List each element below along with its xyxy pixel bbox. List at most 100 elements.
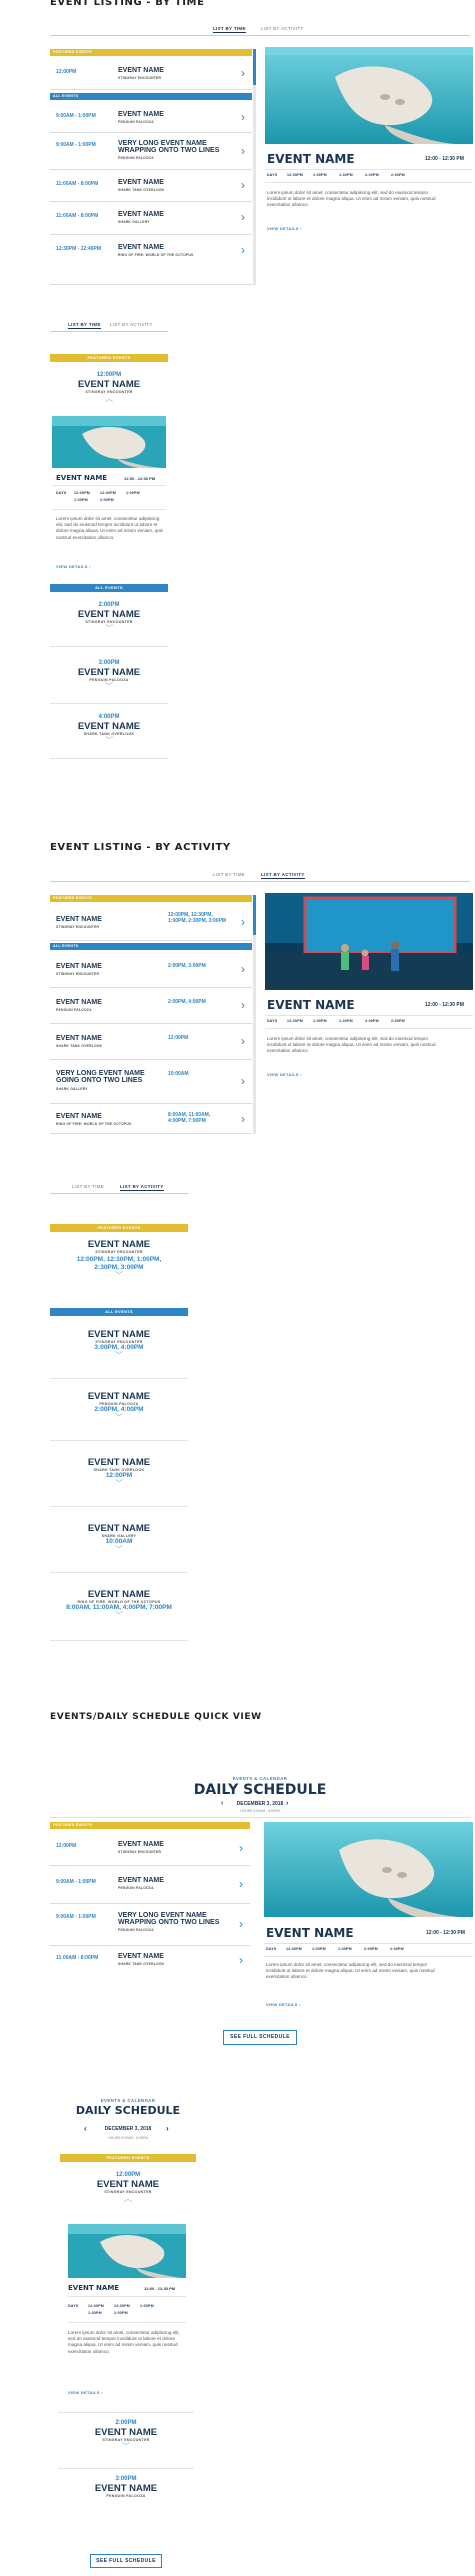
list-item[interactable]: EVENT NAME PENGUIN PALOOZA 2:00PM, 4:00P… xyxy=(50,1392,188,1422)
event-time: 2:00PM xyxy=(115,2420,137,2426)
list-item[interactable]: EVENT NAME SHARK TANK OVERLOOK 12:00PM ﹀ xyxy=(50,1458,188,1488)
scrollbar[interactable] xyxy=(253,895,256,1134)
tab-list-by-activity[interactable]: LIST BY ACTIVITY xyxy=(110,322,153,327)
tab-list-by-time[interactable]: LIST BY TIME xyxy=(213,26,246,33)
detail-event-time: 12:00 - 12:30 PM xyxy=(144,2286,176,2291)
chevron-down-icon[interactable]: ﹀ xyxy=(50,1272,188,1280)
tab-list-by-activity[interactable]: LIST BY ACTIVITY xyxy=(120,1184,164,1191)
prev-day-arrow[interactable]: ‹ xyxy=(84,2124,87,2133)
tab-list-by-time[interactable]: LIST BY TIME xyxy=(72,1184,104,1189)
chevron-right-icon[interactable]: › xyxy=(241,67,245,79)
event-time: 11:00AM - 8:00PM xyxy=(56,213,99,219)
list-item[interactable]: 11:00AM - 8:00PM EVENT NAME SHARK TANK O… xyxy=(50,1946,250,1982)
chevron-right-icon[interactable]: › xyxy=(241,1075,245,1087)
next-day-arrow[interactable]: › xyxy=(166,2124,169,2133)
list-item[interactable]: 9:00AM - 1:00PM VERY LONG EVENT NAME WRA… xyxy=(50,1904,250,1946)
chevron-right-icon[interactable]: › xyxy=(241,999,245,1011)
featured-event[interactable]: 12:00PM EVENT NAME STINGRAY ENCOUNTER ︿ xyxy=(50,372,168,403)
chevron-right-icon[interactable]: › xyxy=(241,1035,245,1047)
view-details-link[interactable]: VIEW DETAILS › xyxy=(267,226,302,231)
chevron-right-icon[interactable]: › xyxy=(241,145,245,157)
chevron-right-icon[interactable]: › xyxy=(239,1878,243,1890)
list-item[interactable]: 9:00AM - 1:00PM VERY LONG EVENT NAME WRA… xyxy=(50,133,252,170)
event-time: 12:00PM xyxy=(56,69,77,75)
view-details-link[interactable]: VIEW DETAILS › xyxy=(56,564,91,569)
schedule-eyebrow: EVENTS & CALENDAR xyxy=(100,2098,156,2103)
chevron-right-icon[interactable]: › xyxy=(241,111,245,123)
days-label: DAYS xyxy=(68,2304,79,2308)
prev-day-arrow[interactable]: ‹ xyxy=(221,1800,223,1807)
list-item[interactable]: EVENT NAME SHARK TANK OVERLOOK 12:00PM › xyxy=(50,1024,252,1060)
event-name: EVENT NAME xyxy=(94,2483,158,2494)
list-item[interactable]: 2:00PM EVENT NAME STINGRAY ENCOUNTER ﹀ xyxy=(50,602,168,633)
chevron-down-icon[interactable]: ﹀ xyxy=(50,1480,188,1488)
list-item[interactable]: EVENT NAME RING OF FIRE: WORLD OF THE OC… xyxy=(50,1104,252,1134)
featured-event[interactable]: EVENT NAME STINGRAY ENCOUNTER 12:00PM, 1… xyxy=(50,1240,188,1280)
chevron-right-icon[interactable]: › xyxy=(241,1113,245,1125)
detail-event-name: EVENT NAME xyxy=(56,474,108,482)
list-item[interactable]: 9:00AM - 1:00PM EVENT NAME PENGUIN PALOO… xyxy=(50,1866,250,1904)
day-time: 1:30PM xyxy=(339,173,353,177)
tab-list-by-activity[interactable]: LIST BY ACTIVITY xyxy=(261,26,304,31)
chevron-down-icon[interactable]: ﹀ xyxy=(50,1546,188,1554)
tab-list-by-time[interactable]: LIST BY TIME xyxy=(213,872,245,877)
detail-event-name: EVENT NAME xyxy=(266,1926,354,1940)
chevron-right-icon[interactable]: › xyxy=(239,1842,243,1854)
chevron-up-icon[interactable]: ︿ xyxy=(50,395,168,403)
list-item[interactable]: EVENT NAME STINGRAY ENCOUNTER 12:00PM, 1… xyxy=(50,904,252,941)
list-item[interactable]: 12:30PM - 12:40PM EVENT NAME RING OF FIR… xyxy=(50,235,252,285)
chevron-right-icon[interactable]: › xyxy=(241,916,245,928)
event-time: 9:00AM - 1:00PM xyxy=(56,1914,96,1920)
tab-list-by-time[interactable]: LIST BY TIME xyxy=(68,322,101,329)
chevron-right-icon[interactable]: › xyxy=(241,179,245,191)
event-time: 9:00AM - 1:00PM xyxy=(56,142,96,148)
list-item[interactable]: 2:00PM EVENT NAME STINGRAY ENCOUNTER ﹀ xyxy=(58,2420,194,2451)
list-item[interactable]: EVENT NAME PENGUIN PALOOZA 2:00PM, 4:00P… xyxy=(50,988,252,1024)
chevron-down-icon[interactable]: ﹀ xyxy=(58,2443,194,2451)
list-item[interactable]: 9:00AM - 1:00PM EVENT NAME PENGUIN PALOO… xyxy=(50,102,252,133)
chevron-down-icon[interactable]: ﹀ xyxy=(50,625,168,633)
list-item[interactable]: EVENT NAME STINGRAY ENCOUNTER 2:00PM, 3:… xyxy=(50,952,252,988)
chevron-up-icon[interactable]: ︿ xyxy=(60,2195,196,2203)
list-item[interactable]: 4:00PM EVENT NAME SHARK TANK OVERLOOK ﹀ xyxy=(50,714,168,745)
tab-list-by-activity[interactable]: LIST BY ACTIVITY xyxy=(261,872,305,879)
list-item[interactable]: EVENT NAME STINGRAY ENCOUNTER 3:00PM, 4:… xyxy=(50,1330,188,1360)
day-time: 12:30PM xyxy=(287,173,303,177)
list-item[interactable]: 3:00PM EVENT NAME PENGUIN PALOOZA xyxy=(58,2476,194,2498)
event-name: EVENT NAME xyxy=(118,67,164,74)
chevron-right-icon[interactable]: › xyxy=(239,1918,243,1930)
chevron-right-icon[interactable]: › xyxy=(241,963,245,975)
event-location: SHARK TANK OVERLOOK xyxy=(56,1044,103,1048)
see-full-schedule-button[interactable]: SEE FULL SCHEDULE xyxy=(223,2030,297,2045)
day-time: 2:00PM xyxy=(114,2311,128,2315)
list-item[interactable]: 12:00PM EVENT NAME STINGRAY ENCOUNTER › xyxy=(50,58,252,90)
day-time: 12:00PM xyxy=(88,2304,104,2308)
list-item[interactable]: 11:00AM - 8:00PM EVENT NAME SHARK TANK O… xyxy=(50,170,252,202)
chevron-down-icon[interactable]: ﹀ xyxy=(50,1612,188,1620)
list-item[interactable]: EVENT NAME SHARK GALLERY 10:00AM ﹀ xyxy=(50,1524,188,1554)
list-item[interactable]: 11:00AM - 8:00PM EVENT NAME SHARK GALLER… xyxy=(50,202,252,235)
next-day-arrow[interactable]: › xyxy=(286,1800,288,1807)
days-row: DAYS 12:30PM 1:00PM 1:30PM 2:00PM 2:30PM xyxy=(267,1019,473,1025)
chevron-down-icon[interactable]: ﹀ xyxy=(50,1414,188,1422)
chevron-right-icon[interactable]: › xyxy=(241,211,245,223)
list-item[interactable]: 12:00PM EVENT NAME STINGRAY ENCOUNTER › xyxy=(50,1831,250,1866)
list-item[interactable]: EVENT NAME RING OF FIRE: WORLD OF THE OC… xyxy=(50,1590,188,1620)
days-row: DAYS 12:00PM 12:30PM 1:00PM 1:30PM 2:00P… xyxy=(56,491,166,505)
chevron-down-icon[interactable]: ﹀ xyxy=(50,737,168,745)
event-name: EVENT NAME xyxy=(118,1841,164,1848)
list-item[interactable]: VERY LONG EVENT NAME GOING ONTO TWO LINE… xyxy=(50,1060,252,1104)
view-details-link[interactable]: VIEW DETAILS › xyxy=(267,1072,302,1077)
chevron-right-icon[interactable]: › xyxy=(241,244,245,256)
chevron-down-icon[interactable]: ﹀ xyxy=(50,1352,188,1360)
see-full-schedule-button[interactable]: SEE FULL SCHEDULE xyxy=(90,2554,162,2568)
scrollbar[interactable] xyxy=(253,49,256,285)
featured-event[interactable]: 12:00PM EVENT NAME STINGRAY ENCOUNTER ︿ xyxy=(60,2172,196,2203)
view-details-link[interactable]: VIEW DETAILS › xyxy=(266,2002,301,2007)
event-location: STINGRAY ENCOUNTER xyxy=(56,972,100,976)
view-details-link[interactable]: VIEW DETAILS › xyxy=(68,2390,103,2395)
chevron-down-icon[interactable]: ﹀ xyxy=(50,683,168,691)
chevron-right-icon[interactable]: › xyxy=(239,1954,243,1966)
list-item[interactable]: 3:00PM EVENT NAME PENGUIN PALOOZA ﹀ xyxy=(50,660,168,691)
detail-event-name: EVENT NAME xyxy=(267,998,355,1012)
